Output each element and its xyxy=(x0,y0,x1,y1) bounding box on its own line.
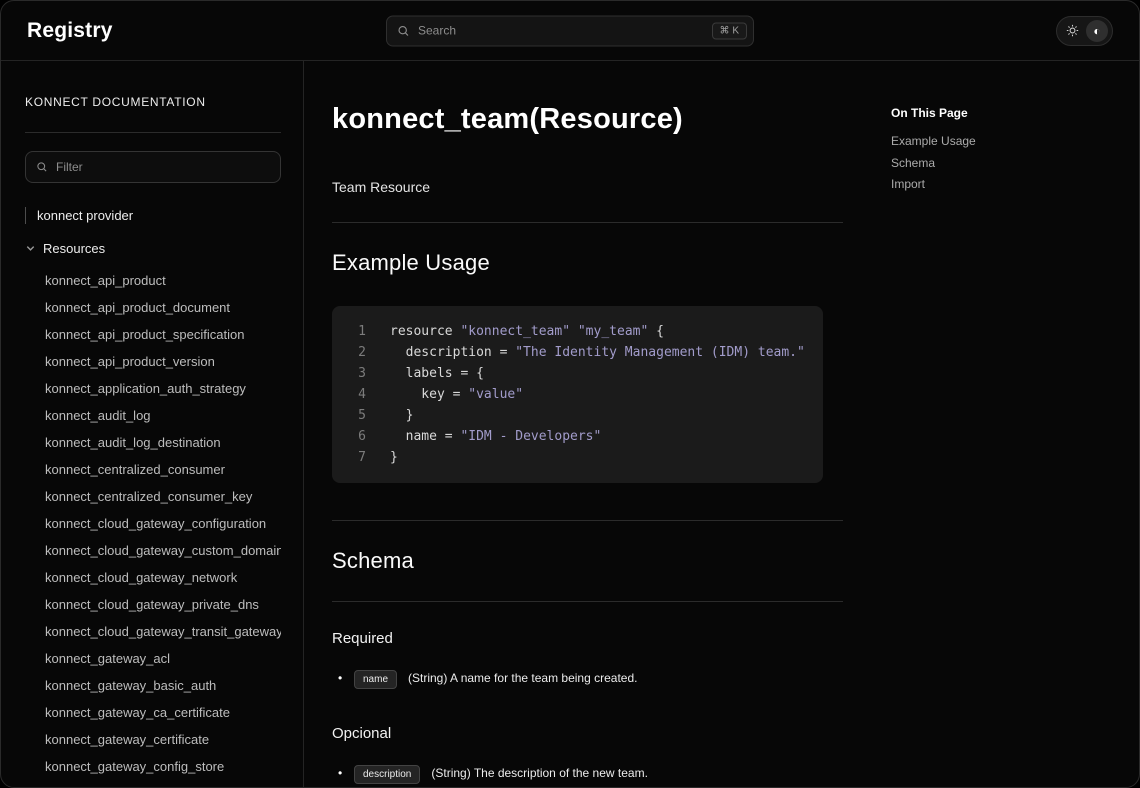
theme-toggle: ◐ xyxy=(1056,16,1113,46)
main-content: konnect_team(Resource) Team Resource Exa… xyxy=(304,61,891,787)
sidebar-resource-list: konnect_api_productkonnect_api_product_d… xyxy=(25,267,281,787)
required-heading: Required xyxy=(332,630,843,647)
sidebar: KONNECT DOCUMENTATION Filter konnect pro… xyxy=(1,61,304,787)
on-this-page-nav: On This Page Example UsageSchemaImport xyxy=(891,61,1139,787)
line-number: 2 xyxy=(352,342,366,363)
toc-item-schema[interactable]: Schema xyxy=(891,153,1139,175)
sidebar-item-konnect-gateway-certificate[interactable]: konnect_gateway_certificate xyxy=(25,726,281,753)
sidebar-item-konnect-cloud-gateway-transit-gateway[interactable]: konnect_cloud_gateway_transit_gateway xyxy=(25,618,281,645)
sidebar-item-konnect-gateway-consumer[interactable]: konnect_gateway_consumer xyxy=(25,780,281,787)
sidebar-item-konnect-audit-log-destination[interactable]: konnect_audit_log_destination xyxy=(25,429,281,456)
contrast-icon: ◐ xyxy=(1093,24,1100,38)
sidebar-item-konnect-gateway-ca-certificate[interactable]: konnect_gateway_ca_certificate xyxy=(25,699,281,726)
sidebar-group-resources[interactable]: Resources xyxy=(25,241,281,256)
line-number: 5 xyxy=(352,405,366,426)
dark-theme-button[interactable]: ◐ xyxy=(1086,20,1108,42)
code-line: 7} xyxy=(352,447,803,468)
line-number: 6 xyxy=(352,426,366,447)
line-number: 7 xyxy=(352,447,366,468)
sidebar-item-konnect-gateway-config-store[interactable]: konnect_gateway_config_store xyxy=(25,753,281,780)
sidebar-item-konnect-gateway-acl[interactable]: konnect_gateway_acl xyxy=(25,645,281,672)
sidebar-item-konnect-api-product-document[interactable]: konnect_api_product_document xyxy=(25,294,281,321)
search-shortcut-badge: ⌘ K xyxy=(712,22,747,39)
search-placeholder: Search xyxy=(418,24,456,38)
search-icon xyxy=(397,24,410,37)
filter-placeholder: Filter xyxy=(56,160,83,174)
param-description: (String) The description of the new team… xyxy=(431,762,648,784)
sidebar-item-konnect-api-product-version[interactable]: konnect_api_product_version xyxy=(25,348,281,375)
sidebar-item-konnect-provider[interactable]: konnect provider xyxy=(25,207,281,224)
bullet-icon: • xyxy=(332,671,354,685)
param-description: (String) A name for the team being creat… xyxy=(408,667,637,689)
section-divider xyxy=(332,601,843,602)
example-usage-heading: Example Usage xyxy=(332,250,843,276)
param-chip-name: name xyxy=(354,670,397,689)
param-item-name: •name (String) A name for the team being … xyxy=(332,667,843,689)
sidebar-item-konnect-api-product-specification[interactable]: konnect_api_product_specification xyxy=(25,321,281,348)
code-line: 6 name = "IDM - Developers" xyxy=(352,426,803,447)
code-block: 1resource "konnect_team" "my_team" {2 de… xyxy=(332,306,823,483)
sidebar-item-konnect-cloud-gateway-private-dns[interactable]: konnect_cloud_gateway_private_dns xyxy=(25,591,281,618)
top-bar: Registry Search ⌘ K xyxy=(1,1,1139,61)
sidebar-item-konnect-cloud-gateway-network[interactable]: konnect_cloud_gateway_network xyxy=(25,564,281,591)
section-divider xyxy=(332,222,843,223)
bullet-icon: • xyxy=(332,766,354,780)
filter-input[interactable]: Filter xyxy=(25,151,281,183)
code-line: 3 labels = { xyxy=(352,363,803,384)
registry-logo[interactable]: Registry xyxy=(27,19,113,43)
sidebar-title: KONNECT DOCUMENTATION xyxy=(25,95,281,109)
param-chip-description: description xyxy=(354,765,420,784)
page-subtitle: Team Resource xyxy=(332,179,843,195)
sidebar-item-konnect-centralized-consumer[interactable]: konnect_centralized_consumer xyxy=(25,456,281,483)
sidebar-item-konnect-application-auth-strategy[interactable]: konnect_application_auth_strategy xyxy=(25,375,281,402)
sidebar-item-konnect-cloud-gateway-configuration[interactable]: konnect_cloud_gateway_configuration xyxy=(25,510,281,537)
search-input[interactable]: Search ⌘ K xyxy=(386,15,754,46)
code-line: 5 } xyxy=(352,405,803,426)
sidebar-item-konnect-cloud-gateway-custom-domain[interactable]: konnect_cloud_gateway_custom_domain xyxy=(25,537,281,564)
sidebar-divider xyxy=(25,132,281,133)
sun-icon xyxy=(1066,24,1079,37)
param-item-description: •description (String) The description of … xyxy=(332,762,843,784)
section-divider xyxy=(332,520,843,521)
schema-heading: Schema xyxy=(332,548,843,574)
sidebar-item-konnect-api-product[interactable]: konnect_api_product xyxy=(25,267,281,294)
toc-title: On This Page xyxy=(891,106,1139,120)
code-line: 1resource "konnect_team" "my_team" { xyxy=(352,321,803,342)
light-theme-button[interactable] xyxy=(1061,20,1083,42)
sidebar-item-konnect-audit-log[interactable]: konnect_audit_log xyxy=(25,402,281,429)
code-line: 4 key = "value" xyxy=(352,384,803,405)
required-param-list: •name (String) A name for the team being … xyxy=(332,667,843,689)
optional-heading: Opcional xyxy=(332,725,843,742)
line-number: 3 xyxy=(352,363,366,384)
toc-list: Example UsageSchemaImport xyxy=(891,131,1139,196)
toc-item-import[interactable]: Import xyxy=(891,174,1139,196)
sidebar-item-konnect-gateway-basic-auth[interactable]: konnect_gateway_basic_auth xyxy=(25,672,281,699)
app-window: Registry Search ⌘ K xyxy=(0,0,1140,788)
line-number: 1 xyxy=(352,321,366,342)
page-title: konnect_team(Resource) xyxy=(332,103,843,136)
line-number: 4 xyxy=(352,384,366,405)
filter-search-icon xyxy=(36,161,48,173)
optional-param-list: •description (String) The description of … xyxy=(332,762,843,787)
toc-item-example-usage[interactable]: Example Usage xyxy=(891,131,1139,153)
resources-label: Resources xyxy=(43,241,105,256)
chevron-down-icon xyxy=(25,243,36,254)
code-line: 2 description = "The Identity Management… xyxy=(352,342,803,363)
sidebar-item-konnect-centralized-consumer-key[interactable]: konnect_centralized_consumer_key xyxy=(25,483,281,510)
